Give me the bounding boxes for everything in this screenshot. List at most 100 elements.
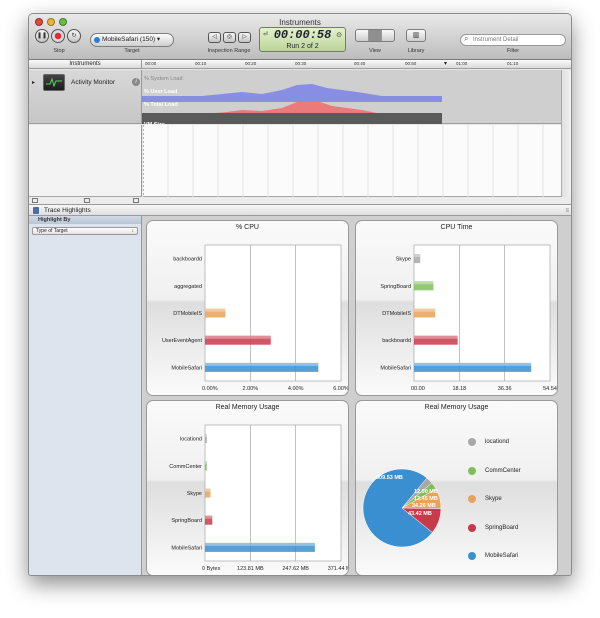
activity-monitor-track[interactable]: % System Load % User Load % Total Load V… <box>142 70 561 128</box>
x-tick-label: 0 Bytes <box>202 566 221 572</box>
highlight-by-header[interactable]: Highlight By <box>29 216 141 224</box>
toolbar: Instruments ❚❚ ↻ Stop MobileSafari (150)… <box>29 14 571 60</box>
timer-clock-icon[interactable]: ⊙ <box>336 31 342 39</box>
category-label: CommCenter <box>169 464 202 470</box>
timeline-ruler[interactable]: Instruments 00:00 00:10 00:20 00:30 00:4… <box>29 60 571 69</box>
view-segmented-control[interactable] <box>355 29 395 42</box>
playhead-marker-icon[interactable]: ▾ <box>444 60 447 67</box>
legend-item: SpringBoard <box>468 523 518 532</box>
legend-item: Skype <box>468 495 502 503</box>
inspection-range-label: Inspection Range <box>207 48 251 54</box>
activity-monitor-icon <box>43 74 65 91</box>
trace-highlights-title: Trace Highlights <box>44 207 91 214</box>
bar-highlight <box>414 254 421 258</box>
instruments-window: Instruments ❚❚ ↻ Stop MobileSafari (150)… <box>28 13 572 576</box>
vm-size-lane: VM Size <box>142 113 442 128</box>
elapsed-time: 00:00:58 <box>273 28 332 42</box>
category-label: MobileSafari <box>171 545 202 551</box>
view-extended-icon[interactable] <box>382 30 394 41</box>
stop-label: Stop <box>53 48 65 54</box>
type-of-target-select[interactable]: Type of Target <box>32 227 138 235</box>
bar-highlight <box>414 335 458 339</box>
info-icon[interactable]: i <box>132 78 140 86</box>
category-label: UserEventAgent <box>162 338 203 344</box>
bar-highlight <box>414 308 436 312</box>
track-scrollbar[interactable] <box>561 70 571 197</box>
inspection-end-button[interactable]: ▷ <box>238 32 251 43</box>
category-label: Skype <box>187 491 202 497</box>
instrument-list-empty <box>29 125 142 197</box>
window-title: Instruments <box>279 18 321 27</box>
target-value: MobileSafari (150) ▾ <box>102 36 161 43</box>
lane-label-total: % Total Load <box>144 102 178 108</box>
x-tick-label: 247.62 MB <box>282 566 309 572</box>
expand-track-icon[interactable] <box>133 198 139 203</box>
legend-label: locationd <box>485 439 510 445</box>
x-tick-label: 0.00% <box>202 386 218 392</box>
filter-label: Filter <box>506 48 520 54</box>
category-label: SpringBoard <box>380 284 411 290</box>
legend-swatch <box>468 466 476 475</box>
instrument-row[interactable]: ▸ Activity Monitor i <box>29 70 142 124</box>
timeline-graph-area[interactable] <box>142 125 569 197</box>
highlight-sidebar: Highlight By Type of Target <box>29 216 142 575</box>
memory-bar-panel: Real Memory Usage 0 Bytes 123.81 MB 247.62… <box>146 400 349 575</box>
x-tick-label: 00.00 <box>411 386 425 392</box>
ruler-tick: 01:10 <box>507 61 519 66</box>
x-tick-label: 2.00% <box>243 386 259 392</box>
plot-area <box>204 424 342 562</box>
legend-label: Skype <box>485 496 502 502</box>
legend-item: CommCenter <box>468 466 521 475</box>
user-load-area <box>142 84 442 102</box>
ruler-tick: 01:00 <box>456 61 468 66</box>
x-tick-label: 371.44 MB <box>328 566 348 572</box>
cpu-percent-chart: 0.00% 2.00% 4.00% 6.00% backboardd aggregated… <box>162 244 348 392</box>
timer-nav-left-icon[interactable]: ⏎ <box>263 31 268 38</box>
x-tick-label: 54.54 <box>543 386 557 392</box>
zoom-slider-icon[interactable] <box>84 198 90 203</box>
bar-highlight <box>205 335 271 339</box>
legend-swatch <box>468 438 476 446</box>
x-tick-label: 6.00% <box>333 386 348 392</box>
pause-button[interactable]: ❚❚ <box>35 29 49 43</box>
ruler-tick: 00:10 <box>195 61 207 66</box>
view-detail-icon[interactable] <box>356 30 369 41</box>
legend-item: locationd <box>468 438 509 446</box>
bar-highlight <box>205 461 207 465</box>
x-tick-label: 18.18 <box>452 386 466 392</box>
category-label: SpringBoard <box>171 518 202 524</box>
view-track-icon[interactable] <box>369 30 382 41</box>
legend-label: CommCenter <box>485 467 521 474</box>
legend-swatch <box>468 552 476 560</box>
cpu-time-panel: CPU Time 00.00 18.18 36.36 54.54 Skype Spring… <box>355 220 558 396</box>
category-label: locationd <box>180 437 202 443</box>
loop-button[interactable]: ↻ <box>67 29 81 43</box>
bar-highlight <box>205 434 207 438</box>
category-label: backboardd <box>382 338 411 344</box>
x-tick-label: 4.00% <box>288 386 304 392</box>
slice-label: 309.53 MB <box>376 475 403 481</box>
slice-label: 12.00 MB <box>414 489 438 495</box>
timer-display: ⏎ 00:00:58 Run 2 of 2 ⊙ <box>259 27 346 52</box>
view-label: View <box>369 48 381 54</box>
category-label: aggregated <box>174 284 202 290</box>
cpu-percent-panel: % CPU 0.00% 2.00% 4.00% 6.00% backboardd aggr… <box>146 220 349 396</box>
instruments-column-header: Instruments <box>29 60 142 68</box>
filter-search-input[interactable]: Instrument Detail <box>460 34 566 46</box>
legend-swatch <box>468 495 476 503</box>
inspection-clear-button[interactable]: ◎ <box>223 32 236 43</box>
slice-label: 43.42 MB <box>408 511 432 517</box>
legend-swatch <box>468 523 476 532</box>
disclosure-triangle-icon[interactable]: ▸ <box>32 79 35 86</box>
category-label: MobileSafari <box>171 365 202 371</box>
run-counter: Run 2 of 2 <box>286 43 319 50</box>
inspection-start-button[interactable]: ◁ <box>208 32 221 43</box>
mini-graph-icon[interactable] <box>32 198 38 203</box>
bar-highlight <box>205 362 319 366</box>
library-button[interactable]: ▥ <box>406 29 426 42</box>
record-button[interactable] <box>51 29 65 43</box>
bar-highlight <box>414 281 434 285</box>
bar-highlight <box>414 362 532 366</box>
target-select[interactable]: MobileSafari (150) ▾ <box>90 33 174 47</box>
ruler-tick: 00:50 <box>405 61 417 66</box>
